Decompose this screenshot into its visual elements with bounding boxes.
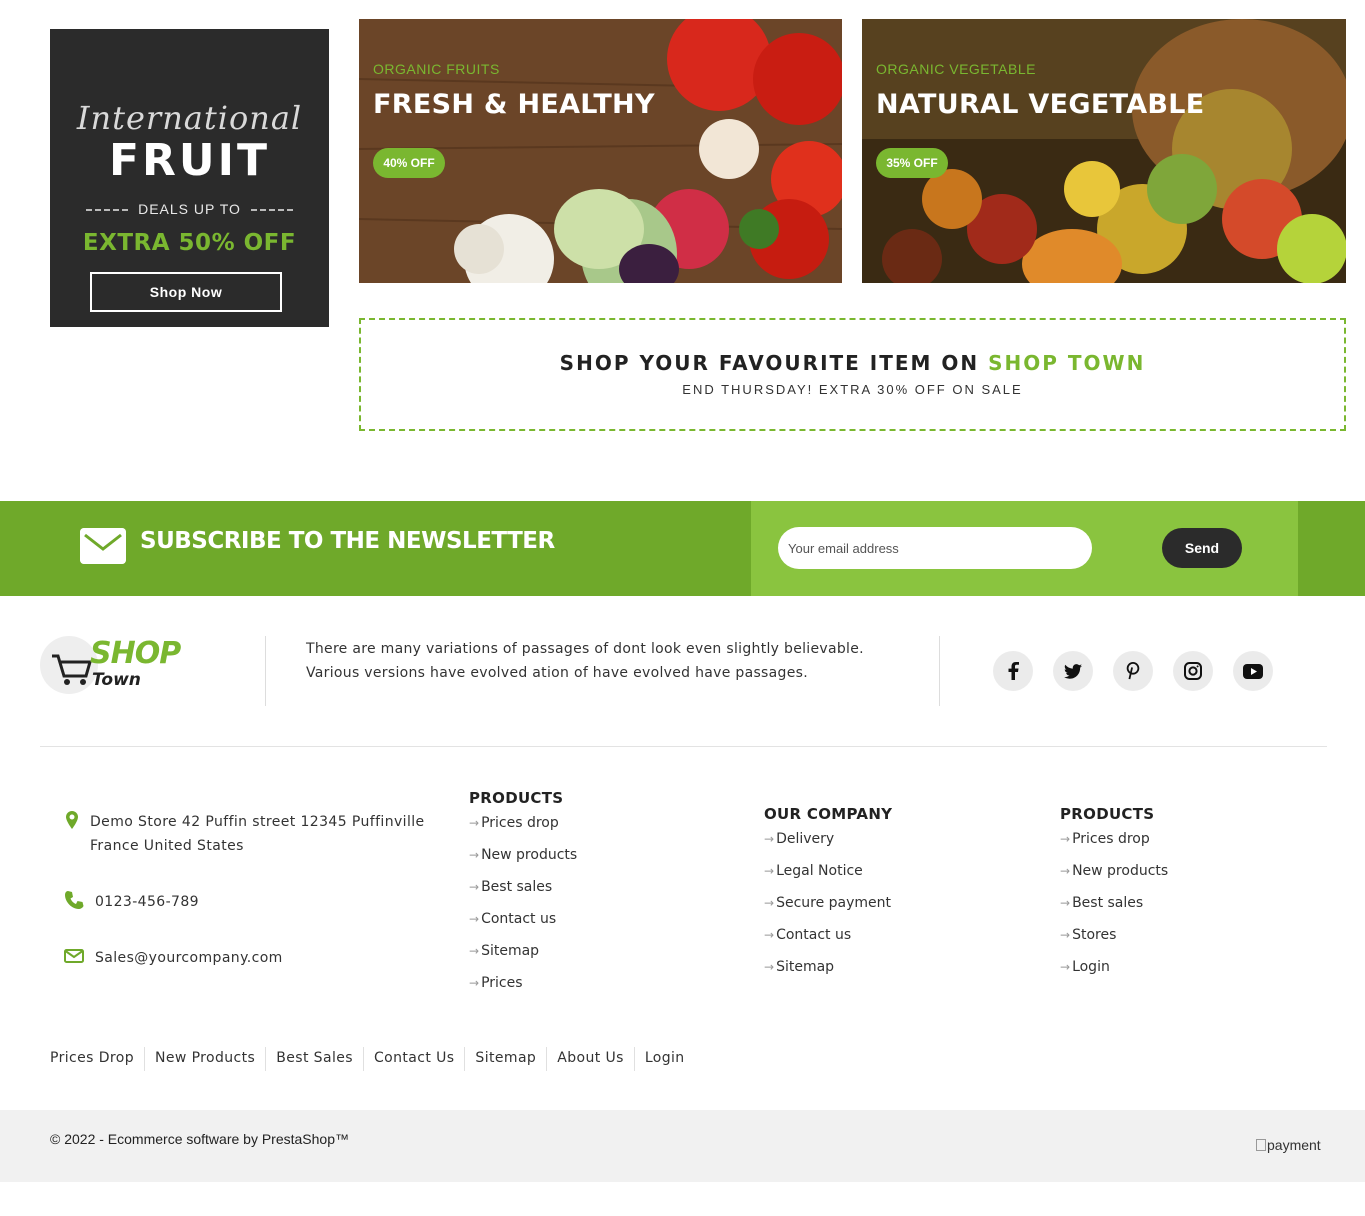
footer-link[interactable]: → Delivery	[764, 831, 834, 847]
promo-offer-text: EXTRA 50% OFF	[82, 230, 297, 256]
bottom-link-new-products[interactable]: New Products	[143, 1047, 265, 1071]
send-button[interactable]: Send	[1162, 528, 1242, 568]
promo-script-title: International	[76, 99, 303, 137]
payment-alt-text: payment	[1267, 1137, 1321, 1153]
bottom-link-login[interactable]: Login	[633, 1047, 695, 1071]
newsletter-section: SUBSCRIBE TO THE NEWSLETTER	[0, 501, 1365, 596]
copyright-text[interactable]: © 2022 - Ecommerce software by PrestaSho…	[50, 1131, 349, 1147]
location-pin-icon	[66, 811, 78, 829]
footer-link[interactable]: → Contact us	[764, 927, 851, 943]
promo-deals: DEALS UP TO	[50, 201, 329, 217]
banner-subtitle: ORGANIC VEGETABLE	[876, 61, 1036, 77]
facebook-icon[interactable]	[993, 651, 1033, 691]
youtube-icon[interactable]	[1233, 651, 1273, 691]
promo-subheading: END THURSDAY! EXTRA 30% OFF ON SALE	[682, 382, 1023, 397]
banner-natural-vegetable[interactable]: ORGANIC VEGETABLE NATURAL VEGETABLE 35% …	[862, 19, 1346, 283]
divider	[939, 636, 940, 706]
arrow-icon: →	[1060, 896, 1071, 910]
logo-shop-text: SHOP	[90, 636, 181, 671]
email-input[interactable]	[778, 527, 1092, 569]
arrow-icon: →	[764, 960, 775, 974]
dash-divider-left	[86, 209, 129, 212]
column-title-products: PRODUCTS	[469, 789, 564, 807]
footer-link[interactable]: → Prices	[469, 975, 523, 991]
footer-link[interactable]: → New products	[469, 847, 577, 863]
promo-heading-prefix: SHOP YOUR FAVOURITE ITEM ON	[559, 351, 980, 375]
arrow-icon: →	[764, 864, 775, 878]
footer-link[interactable]: → Legal Notice	[764, 863, 863, 879]
envelope-icon	[64, 949, 84, 963]
arrow-icon: →	[469, 912, 480, 926]
phone-number: 0123-456-789	[95, 894, 199, 910]
banner-title: FRESH & HEALTHY	[373, 89, 655, 120]
footer-link[interactable]: → Best sales	[469, 879, 552, 895]
broken-image-icon	[1256, 1139, 1266, 1151]
promo-heading: SHOP YOUR FAVOURITE ITEM ON SHOP TOWN	[361, 351, 1344, 375]
promo-main-title: FRUIT	[108, 135, 271, 186]
bottom-links: Prices Drop New Products Best Sales Cont…	[50, 1047, 695, 1071]
logo-town-text: Town	[92, 670, 141, 690]
banner-subtitle: ORGANIC FRUITS	[373, 61, 500, 77]
arrow-icon: →	[764, 928, 775, 942]
footer-link[interactable]: → Sitemap	[469, 943, 539, 959]
column-title-products: PRODUCTS	[1060, 805, 1155, 823]
column-title-our-company: OUR COMPANY	[764, 805, 893, 823]
arrow-icon: →	[469, 880, 480, 894]
bottom-link-about-us[interactable]: About Us	[546, 1047, 634, 1071]
pinterest-icon[interactable]	[1113, 651, 1153, 691]
discount-badge: 35% OFF	[876, 148, 948, 178]
footer-link[interactable]: → New products	[1060, 863, 1168, 879]
cart-icon	[52, 654, 92, 685]
footer-link[interactable]: → Sitemap	[764, 959, 834, 975]
bottom-link-best-sales[interactable]: Best Sales	[265, 1047, 363, 1071]
arrow-icon: →	[764, 832, 775, 846]
arrow-icon: →	[1060, 928, 1071, 942]
shop-town-logo[interactable]: SHOP Town	[40, 636, 200, 696]
promo-card: International FRUIT DEALS UP TO EXTRA 50…	[50, 29, 329, 327]
bottom-link-sitemap[interactable]: Sitemap	[464, 1047, 546, 1071]
discount-badge: 40% OFF	[373, 148, 445, 178]
promo-heading-brand: SHOP TOWN	[988, 351, 1146, 375]
footer-link[interactable]: → Prices drop	[469, 815, 559, 831]
shop-town-promo: SHOP YOUR FAVOURITE ITEM ON SHOP TOWN EN…	[359, 318, 1346, 431]
banner-title: NATURAL VEGETABLE	[876, 89, 1205, 120]
footer-link[interactable]: → Login	[1060, 959, 1110, 975]
address-line-2: France United States	[90, 838, 244, 854]
arrow-icon: →	[469, 848, 480, 862]
arrow-icon: →	[1060, 864, 1071, 878]
instagram-icon[interactable]	[1173, 651, 1213, 691]
about-text: There are many variations of passages of…	[306, 641, 864, 681]
footer-link[interactable]: → Secure payment	[764, 895, 891, 911]
footer-link[interactable]: → Prices drop	[1060, 831, 1150, 847]
dash-divider-right	[250, 209, 293, 212]
newsletter-title: SUBSCRIBE TO THE NEWSLETTER	[140, 528, 555, 554]
twitter-icon[interactable]	[1053, 651, 1093, 691]
email-address[interactable]: Sales@yourcompany.com	[95, 946, 283, 970]
bottom-link-prices-drop[interactable]: Prices Drop	[50, 1047, 144, 1071]
address-line-1: Demo Store 42 Puffin street 12345 Puffin…	[90, 814, 425, 830]
promo-deals-text: DEALS UP TO	[138, 201, 241, 217]
payment-image: payment	[1256, 1137, 1321, 1153]
copyright-bar: © 2022 - Ecommerce software by PrestaSho…	[0, 1110, 1365, 1182]
phone-icon	[65, 891, 84, 909]
banner-fresh-healthy[interactable]: ORGANIC FRUITS FRESH & HEALTHY 40% OFF	[359, 19, 842, 283]
arrow-icon: →	[1060, 960, 1071, 974]
footer-link[interactable]: → Best sales	[1060, 895, 1143, 911]
arrow-icon: →	[469, 976, 480, 990]
footer-divider	[40, 746, 1327, 747]
shop-now-button[interactable]: Shop Now	[90, 272, 282, 312]
arrow-icon: →	[764, 896, 775, 910]
footer-link[interactable]: → Stores	[1060, 927, 1116, 943]
arrow-icon: →	[1060, 832, 1071, 846]
arrow-icon: →	[469, 944, 480, 958]
mail-icon	[80, 528, 126, 564]
divider	[265, 636, 266, 706]
arrow-icon: →	[469, 816, 480, 830]
footer-link[interactable]: → Contact us	[469, 911, 556, 927]
bottom-link-contact-us[interactable]: Contact Us	[362, 1047, 464, 1071]
